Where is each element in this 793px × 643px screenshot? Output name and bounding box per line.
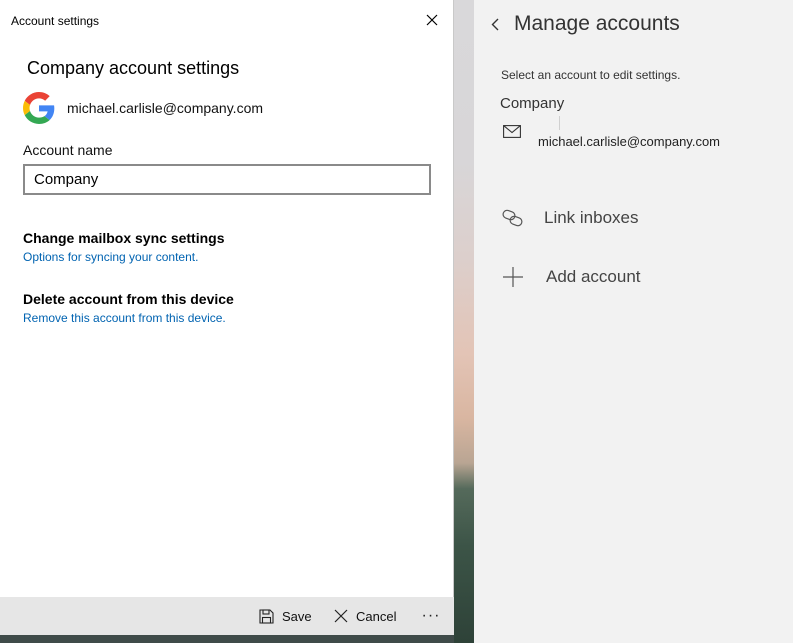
save-label: Save (282, 608, 312, 624)
account-list-email: michael.carlisle@company.com (538, 134, 721, 149)
divider (559, 116, 560, 130)
sync-settings-link[interactable]: Options for syncing your content. (23, 250, 198, 264)
back-button[interactable] (486, 12, 504, 36)
dialog-title: Account settings (11, 14, 100, 28)
account-settings-dialog: Account settings Company account setting… (0, 0, 454, 635)
link-inboxes-button[interactable]: Link inboxes (500, 203, 760, 233)
cancel-label: Cancel (356, 608, 397, 624)
pane-title: Manage accounts (514, 12, 680, 35)
sync-settings-title: Change mailbox sync settings (23, 230, 225, 246)
pane-hint: Select an account to edit settings. (501, 68, 681, 82)
delete-account-title: Delete account from this device (23, 291, 234, 307)
desktop-background (454, 0, 474, 643)
add-account-label: Add account (546, 267, 641, 286)
delete-account-link[interactable]: Remove this account from this device. (23, 311, 226, 325)
account-name-input[interactable] (23, 164, 431, 195)
link-inboxes-label: Link inboxes (544, 208, 639, 227)
manage-accounts-pane: Manage accounts Select an account to edi… (474, 0, 793, 643)
plus-icon (503, 267, 523, 287)
window-edge (0, 635, 454, 643)
mail-icon (503, 125, 521, 138)
dialog-heading: Company account settings (27, 58, 240, 78)
save-button[interactable]: Save (259, 597, 312, 635)
save-icon (259, 608, 274, 624)
google-logo-icon (23, 92, 55, 124)
add-account-button[interactable]: Add account (500, 262, 760, 292)
link-icon (502, 209, 523, 227)
account-email: michael.carlisle@company.com (67, 100, 264, 116)
chevron-left-icon (491, 18, 499, 30)
cancel-icon (334, 609, 348, 623)
account-group-name: Company (500, 95, 565, 112)
more-options-button[interactable]: ··· (418, 597, 444, 635)
account-list-item[interactable]: michael.carlisle@company.com (500, 116, 780, 156)
command-bar: Save Cancel ··· (0, 597, 454, 635)
close-icon (426, 14, 438, 26)
cancel-button[interactable]: Cancel (334, 597, 396, 635)
close-button[interactable] (420, 8, 444, 32)
account-name-label: Account name (23, 142, 113, 158)
